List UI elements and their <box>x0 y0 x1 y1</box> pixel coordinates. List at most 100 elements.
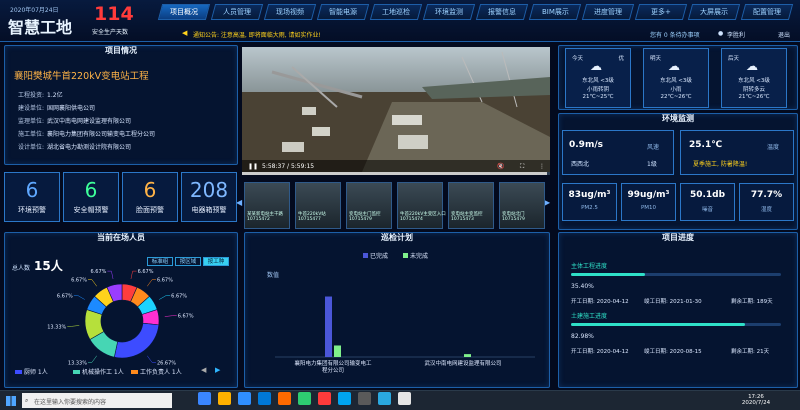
weather-temp-range: 21℃~26℃ <box>738 94 770 100</box>
project-info-key: 设计单位: <box>18 144 45 151</box>
nav-tab-0[interactable]: 项目概况 <box>157 4 211 20</box>
legend-item[interactable]: 厨师 1人 <box>15 367 48 376</box>
legend-item[interactable]: 机械操作工 1人 <box>73 367 124 376</box>
camera-thumbnail[interactable]: 变电站主门监控 10715479 <box>346 182 392 229</box>
alarm-stat-card[interactable]: 208 电器箱预警 <box>181 172 237 222</box>
pie-label-leader <box>159 295 171 300</box>
taskbar-app-icon[interactable] <box>338 392 351 405</box>
wind-level: 1级 <box>647 161 657 168</box>
nav-tab-label: 人员管理 <box>223 8 251 16</box>
pie-label-leader <box>130 270 137 279</box>
taskbar-app-icon[interactable] <box>358 392 371 405</box>
weather-temp-range: 22℃~26℃ <box>660 94 692 100</box>
pie-slice-label: 6.67% <box>57 294 73 300</box>
patrol-legend-swatch <box>403 253 408 258</box>
video-player[interactable]: ❚❚ 5:58:37 / 5:59:15 🔇 ⛶ ⋮ <box>242 47 550 172</box>
nav-tab-6[interactable]: 报警信息 <box>475 4 529 20</box>
legend-prev-icon[interactable]: ◀ <box>201 366 206 374</box>
camera-thumbnail[interactable]: 某某新电站主干路 10715472 <box>244 182 290 229</box>
project-info-row: 施工单位: 襄阳电力集团有限公司输变电工程分公司 <box>18 129 155 138</box>
progress-panel: 项目进度 主体工程进度 35.40% 开工日期: 2020-04-12 竣工日期: 2… <box>558 232 798 388</box>
progress-start-date: 开工日期: 2020-04-12 <box>571 349 629 355</box>
temp-tip: 夏季施工, 防暑降温! <box>693 161 748 168</box>
weather-day-card: 后天 ☁ 东北风 <3级 阴转多云 21℃~26℃ <box>721 48 787 108</box>
pie-label-leader <box>164 315 177 317</box>
nav-tab-7[interactable]: BIM展示 <box>528 4 582 20</box>
patrol-bar[interactable] <box>334 345 341 357</box>
pie-label-leader <box>88 279 97 287</box>
header-date: 2020年07月24日 <box>10 7 59 14</box>
nav-tab-11[interactable]: 配置管理 <box>740 4 794 20</box>
pie-slice[interactable] <box>113 322 160 359</box>
pie-slice-label: 6.67% <box>171 294 187 300</box>
video-seek-bar[interactable] <box>242 172 550 175</box>
user-name[interactable]: 李胜利 <box>727 30 745 39</box>
legend-item[interactable]: 工作负责人 1人 <box>131 367 182 376</box>
taskbar-app-icon[interactable] <box>378 392 391 405</box>
pie-slice-label: 26.67% <box>157 360 176 366</box>
more-icon[interactable]: ⋮ <box>539 163 545 170</box>
nav-tab-8[interactable]: 进度管理 <box>581 4 635 20</box>
patrol-bar[interactable] <box>464 354 471 357</box>
taskbar-search[interactable]: ⌕ 在这里输入你要搜索的内容 <box>22 393 172 408</box>
progress-bar <box>571 323 781 326</box>
pause-icon[interactable]: ❚❚ <box>248 163 258 170</box>
people-tab[interactable]: 标准组 <box>147 257 173 266</box>
progress-start-date: 开工日期: 2020-04-12 <box>571 299 629 305</box>
fullscreen-icon[interactable]: ⛶ <box>520 163 524 171</box>
mute-icon[interactable]: 🔇 <box>497 163 504 170</box>
nav-tab-1[interactable]: 人员管理 <box>210 4 264 20</box>
taskbar-app-icon[interactable] <box>318 392 331 405</box>
taskbar-app-icon[interactable] <box>258 392 271 405</box>
rain-cloud-icon: ☁ <box>590 59 602 73</box>
pie-slice-label: 6.67% <box>138 269 154 275</box>
taskbar-app-icon[interactable] <box>398 392 411 405</box>
patrol-panel: 巡检计划 数值 已完成 未完成 襄阳电力集团有限公司输变电工 程分公司 武汉中南电网建设监… <box>244 232 550 388</box>
alarm-stat-card[interactable]: 6 安全帽预警 <box>63 172 119 222</box>
progress-end-date: 竣工日期: 2020-08-15 <box>644 349 702 355</box>
camera-thumbnail[interactable]: 变电站北门 10715479 <box>499 182 545 229</box>
nav-tab-2[interactable]: 现场视频 <box>263 4 317 20</box>
taskbar-date: 2020/7/24 <box>741 400 771 406</box>
camera-thumbnail[interactable]: 牛首220kV主变区入口 10715474 <box>397 182 446 229</box>
todo-link[interactable]: 您有 0 条待办事项 <box>650 30 700 39</box>
project-info-value: 武汉中南电网建设监理有限公司 <box>47 118 132 125</box>
nav-tab-5[interactable]: 环境监测 <box>422 4 476 20</box>
pie-slice-label: 6.67% <box>91 269 107 275</box>
windows-start-icon[interactable] <box>6 396 16 406</box>
weather-day-card: 明天 ☁ 东北风 <3级 小雨 22℃~26℃ <box>643 48 709 108</box>
taskbar-app-icon[interactable] <box>218 392 231 405</box>
taskbar-app-icon[interactable] <box>198 392 211 405</box>
project-info-key: 施工单位: <box>18 131 45 138</box>
alarm-stat-card[interactable]: 6 脸面预警 <box>122 172 178 222</box>
camera-thumbnail-label: 牛首220kV站 10715477 <box>298 212 326 222</box>
pie-label-leader <box>147 355 156 363</box>
people-tab[interactable]: 按工种 <box>203 257 229 266</box>
nav-tab-3[interactable]: 智能电源 <box>316 4 370 20</box>
patrol-category-label: 襄阳电力集团有限公司输变电工 <box>294 359 372 367</box>
alarm-stat-card[interactable]: 6 环境预警 <box>4 172 60 222</box>
patrol-legend-swatch <box>363 253 368 258</box>
taskbar-app-icon[interactable] <box>238 392 251 405</box>
legend-next-icon[interactable]: ▶ <box>215 366 220 374</box>
camera-thumbnail[interactable]: 变电站主变监控 10715473 <box>448 182 494 229</box>
weather-summary: 小雨转阴 <box>586 87 609 93</box>
nav-tab-10[interactable]: 大屏展示 <box>687 4 741 20</box>
safe-days-label: 安全生产天数 <box>92 29 129 36</box>
weather-day-card: 今天 优 ☁ 东北风 <3级 小雨转阴 21℃~25℃ <box>565 48 631 108</box>
logout-link[interactable]: 退出 <box>778 30 790 39</box>
app-title: 智慧工地 <box>8 18 73 37</box>
camera-thumbnail-label: 变电站主门监控 10715479 <box>349 212 381 222</box>
taskbar-app-icon[interactable] <box>298 392 311 405</box>
people-tab[interactable]: 按区域 <box>175 257 201 266</box>
progress-percent: 82.98% <box>571 333 594 340</box>
patrol-bar[interactable] <box>325 296 332 357</box>
camera-thumbnail[interactable]: 牛首220kV站 10715477 <box>295 182 341 229</box>
progress-bar-fill <box>571 273 646 276</box>
taskbar-app-icon[interactable] <box>278 392 291 405</box>
nav-tab-4[interactable]: 工地巡检 <box>369 4 423 20</box>
alarm-stat-label: 电器箱预警 <box>191 206 227 214</box>
rain-cloud-icon: ☁ <box>746 59 758 73</box>
nav-tab-9[interactable]: 更多+ <box>634 4 688 20</box>
patrol-category-label-2: 程分公司 <box>322 366 344 374</box>
